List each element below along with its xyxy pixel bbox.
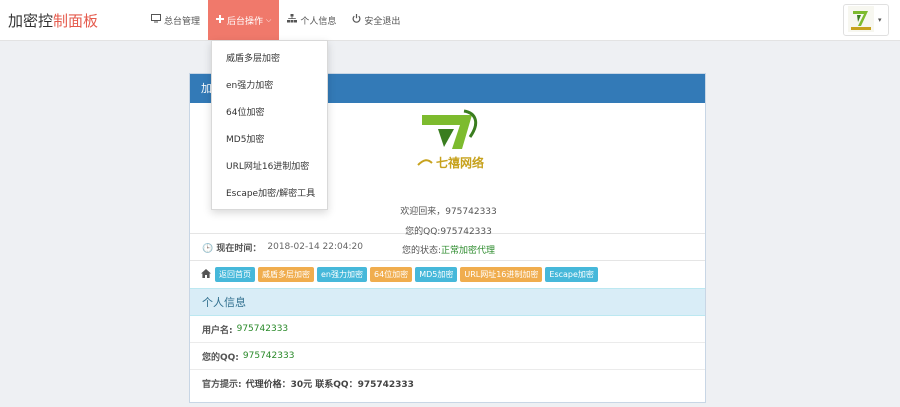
quick-links: 返回首页 威盾多层加密 en强力加密 64位加密 MD5加密 URL网址16进制… xyxy=(190,260,705,288)
nav-item-profile[interactable]: 个人信息 xyxy=(279,0,344,40)
dropdown-item[interactable]: en强力加密 xyxy=(212,73,327,100)
nav-item-backend-ops[interactable]: 后台操作 ⌵ xyxy=(208,0,280,40)
quick-link-md5[interactable]: MD5加密 xyxy=(415,267,458,282)
plus-icon xyxy=(216,14,225,26)
brand-title[interactable]: 加密控制面板 xyxy=(8,10,98,31)
username-label: 用户名: xyxy=(202,325,233,336)
qq-row: 您的QQ: 975742333 xyxy=(190,343,705,370)
username-value: 975742333 xyxy=(236,324,289,334)
quick-link-weidun[interactable]: 威盾多层加密 xyxy=(258,267,314,282)
info-section-title: 个人信息 xyxy=(190,288,705,316)
quick-link-url-hex[interactable]: URL网址16进制加密 xyxy=(460,267,543,282)
dropdown-item[interactable]: URL网址16进制加密 xyxy=(212,154,327,181)
dropdown-item[interactable]: 64位加密 xyxy=(212,100,327,127)
qq-label: 您的QQ: xyxy=(202,352,239,363)
avatar xyxy=(848,5,874,35)
user-menu-button[interactable]: ▾ xyxy=(843,4,889,36)
logo-text: 七禧网络 xyxy=(436,155,484,170)
nav-item-logout[interactable]: 安全退出 xyxy=(344,0,408,40)
nav-label: 个人信息 xyxy=(300,16,337,27)
status-label: 您的状态: xyxy=(401,246,442,256)
dropdown-item[interactable]: 威盾多层加密 xyxy=(212,46,327,73)
dropdown-item[interactable]: MD5加密 xyxy=(212,127,327,154)
quick-link-64bit[interactable]: 64位加密 xyxy=(370,267,413,282)
notice-label: 官方提示: xyxy=(202,380,242,390)
monitor-icon xyxy=(151,14,161,26)
sitemap-icon xyxy=(287,14,298,26)
top-navbar: 加密控制面板 总台管理 后台操作 ⌵ 个人信息 安全退出 ▾ xyxy=(0,0,900,41)
nav-label: 安全退出 xyxy=(364,16,401,27)
backend-ops-dropdown: 威盾多层加密 en强力加密 64位加密 MD5加密 URL网址16进制加密 Es… xyxy=(211,40,328,210)
notice-row: 官方提示: 代理价格：30元 联系QQ：975742333 xyxy=(190,370,705,397)
qq-line: 您的QQ:975742333 xyxy=(405,227,492,237)
brand-part1: 加密控 xyxy=(8,12,54,30)
quick-link-home[interactable]: 返回首页 xyxy=(215,267,255,282)
quick-link-en[interactable]: en强力加密 xyxy=(317,267,367,282)
power-icon xyxy=(352,14,361,26)
main-nav: 总台管理 后台操作 ⌵ 个人信息 安全退出 xyxy=(143,0,408,40)
qq-value: 975742333 xyxy=(242,351,295,361)
quick-link-escape[interactable]: Escape加密 xyxy=(545,267,598,282)
notice-value: 代理价格：30元 联系QQ：975742333 xyxy=(245,380,414,390)
username-row: 用户名: 975742333 xyxy=(190,316,705,343)
home-icon xyxy=(201,268,211,281)
nav-label: 总台管理 xyxy=(164,16,201,27)
site-logo: 七禧网络 xyxy=(414,107,494,173)
dropdown-item[interactable]: Escape加密/解密工具 xyxy=(212,181,327,208)
chevron-down-icon: ⌵ xyxy=(266,15,272,24)
nav-label: 后台操作 xyxy=(227,16,264,27)
brand-part2: 制面板 xyxy=(53,12,99,30)
chevron-down-icon: ▾ xyxy=(878,16,882,24)
status-value: 正常加密代理 xyxy=(441,246,496,256)
nav-item-dashboard[interactable]: 总台管理 xyxy=(143,0,208,40)
status-line: 您的状态:正常加密代理 xyxy=(190,243,707,256)
